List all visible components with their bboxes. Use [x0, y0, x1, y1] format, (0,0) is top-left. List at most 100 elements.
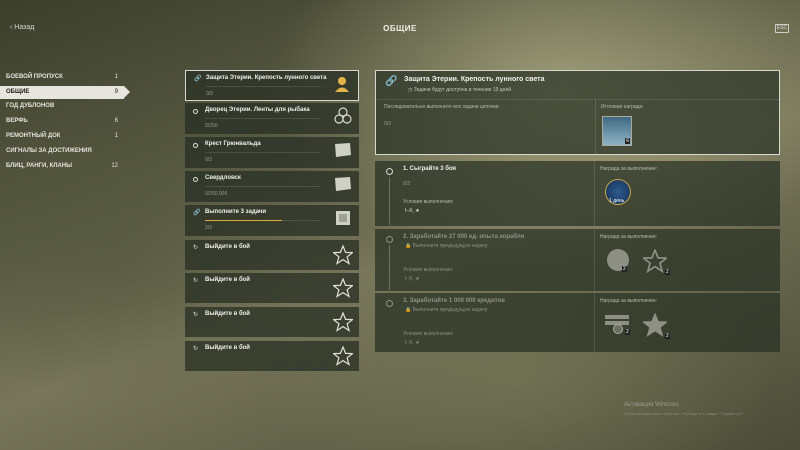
task-progress-bar	[205, 118, 320, 119]
windows-activation-text: Чтобы активировать Windows, перейдите в …	[624, 411, 745, 416]
step-status-circle-icon	[386, 300, 393, 307]
reward-count: 2	[665, 269, 670, 275]
sidebar-item-count: 6	[114, 118, 118, 124]
task-card[interactable]: ↻ Выйдите в бой	[185, 341, 359, 371]
sidebar-item-blitz-ranks-clans[interactable]: БЛИЦ, РАНГИ, КЛАНЫ 12	[0, 160, 124, 173]
step-name: 2. Заработайте 27 000 ед. опыта корабля	[403, 234, 525, 240]
esc-key-hint[interactable]: ESC	[775, 24, 789, 33]
step-reward-label: Награда за выполнение:	[600, 166, 658, 172]
credits-icon[interactable]: 2	[605, 315, 631, 335]
task-card[interactable]: Свердловск 0/250 000	[185, 171, 359, 202]
task-name: Дворец Этерии. Ленты для рыбака	[205, 107, 310, 113]
step-name: 1. Сыграйте 3 боя	[403, 166, 457, 172]
step-requirement: 🔒 Выполните предыдущую задачу	[405, 243, 488, 249]
star-icon	[333, 245, 353, 265]
sidebar-item-doubloons-year[interactable]: ГОД ДУБЛОНОВ	[0, 100, 124, 113]
step-tiers: I–X, ★	[405, 340, 420, 346]
refresh-icon: ↻	[193, 312, 199, 318]
task-name: Защита Этерии. Крепость лунного света	[206, 75, 327, 81]
task-name: Выйдите в бой	[205, 345, 250, 351]
emblem-icon	[334, 107, 352, 124]
task-progress: 2/3	[205, 225, 212, 231]
commander-portrait[interactable]: 6	[602, 116, 632, 146]
star-icon	[333, 278, 353, 298]
chain-availability: ◷ Задачи будут доступна в течение 19 дне…	[408, 87, 512, 93]
chain-link-icon: 🔗	[194, 76, 202, 82]
sidebar-item-battle-pass[interactable]: БОЕВОЙ ПРОПУСК 1	[0, 71, 124, 84]
page-title: ОБЩИЕ	[383, 24, 417, 33]
lock-icon: 🔒	[405, 243, 413, 249]
task-status-circle-icon	[193, 109, 198, 114]
task-progress-bar	[205, 152, 320, 153]
chain-step: 2. Заработайте 27 000 ед. опыта корабля …	[375, 229, 780, 291]
step-name: 3. Заработайте 1 000 000 кредитов	[403, 298, 505, 304]
chain-description: Последовательно выполните все задачи цеп…	[384, 104, 499, 110]
divider	[594, 229, 595, 291]
divider	[594, 161, 595, 226]
flag-icon	[335, 143, 351, 157]
step-status-circle-icon	[386, 236, 393, 243]
chain-link-icon: 🔗	[193, 210, 201, 216]
star-icon	[333, 312, 353, 332]
chain-details-panel: 🔗 Защита Этерии. Крепость лунного света …	[375, 70, 781, 155]
task-card[interactable]: Дворец Этерии. Ленты для рыбака 0/250	[185, 103, 359, 134]
chain-title: Защита Этерии. Крепость лунного света	[404, 76, 545, 83]
task-progress-fill	[205, 220, 283, 221]
task-card[interactable]: ↻ Выйдите в бой	[185, 307, 359, 337]
step-conditions-label: Условия выполнения:	[403, 199, 454, 205]
step-status-circle-icon	[386, 168, 393, 175]
task-progress: 0/3	[206, 91, 213, 97]
final-reward-label: Итоговая награда:	[601, 104, 644, 110]
premium-anchor-icon[interactable]: 1 день	[605, 179, 631, 205]
chain-progress: 0/3	[384, 121, 391, 127]
divider	[595, 99, 596, 155]
sidebar-item-count: 12	[111, 163, 118, 169]
task-status-circle-icon	[193, 177, 198, 182]
sidebar-item-count: 1	[114, 133, 118, 139]
task-name: Выйдите в бой	[205, 244, 250, 250]
task-progress: 0/250 000	[205, 191, 228, 197]
sidebar-item-count: 1	[114, 74, 118, 80]
task-card[interactable]: Крест Грюнвальда 0/3	[185, 137, 359, 168]
step-connector	[389, 245, 390, 290]
chain-step: 1. Сыграйте 3 боя 0/3 Условия выполнения…	[375, 161, 780, 226]
bust-icon	[335, 77, 349, 92]
task-progress: 0/3	[205, 157, 212, 163]
flag-icon	[335, 177, 351, 191]
chain-link-icon: 🔗	[385, 76, 398, 87]
sidebar-item-general[interactable]: ОБЩИЕ 9	[0, 86, 130, 99]
star-icon[interactable]	[643, 249, 667, 273]
step-conditions-label: Условия выполнения:	[403, 331, 454, 337]
sidebar-item-shipyard[interactable]: ВЕРФЬ 6	[0, 115, 124, 128]
task-card[interactable]: 🔗 Выполните 3 задачи 2/3	[185, 205, 359, 236]
sidebar-item-count: 9	[114, 89, 118, 95]
task-progress-bar	[206, 86, 321, 87]
step-conditions-label: Условия выполнения:	[403, 267, 454, 273]
refresh-icon: ↻	[193, 346, 199, 352]
sidebar-item-achievement-signals[interactable]: СИГНАЛЫ ЗА ДОСТИЖЕНИЯ	[0, 145, 124, 158]
task-name: Выйдите в бой	[205, 277, 250, 283]
star-icon[interactable]	[643, 313, 667, 337]
windows-activation-title: Активация Windows	[624, 402, 680, 408]
reward-count: 6	[625, 138, 630, 144]
task-name: Выйдите в бой	[205, 311, 250, 317]
task-card[interactable]: ↻ Выйдите в бой	[185, 273, 359, 303]
task-name: Свердловск	[205, 175, 241, 181]
step-reward-label: Награда за выполнение:	[600, 298, 658, 304]
divider	[594, 293, 595, 352]
task-card[interactable]: 🔗 Защита Этерии. Крепость лунного света …	[185, 70, 359, 101]
refresh-icon: ↻	[193, 278, 199, 284]
task-progress-bar	[205, 220, 320, 221]
chain-step: 3. Заработайте 1 000 000 кредитов 🔒 Выпо…	[375, 293, 780, 352]
coin-icon[interactable]: 2	[607, 249, 629, 272]
task-name: Выполните 3 задачи	[205, 209, 267, 215]
step-requirement: 🔒 Выполните предыдущую задачу	[405, 307, 488, 313]
step-connector	[389, 177, 390, 225]
sidebar-item-dry-dock[interactable]: РЕМОНТНЫЙ ДОК 1	[0, 130, 124, 143]
reward-count: 2	[665, 333, 670, 339]
task-card[interactable]: ↻ Выйдите в бой	[185, 240, 359, 270]
task-progress-bar	[205, 186, 320, 187]
task-progress: 0/250	[205, 123, 218, 129]
step-progress: 0/3	[403, 181, 410, 187]
cards-icon	[336, 211, 350, 225]
